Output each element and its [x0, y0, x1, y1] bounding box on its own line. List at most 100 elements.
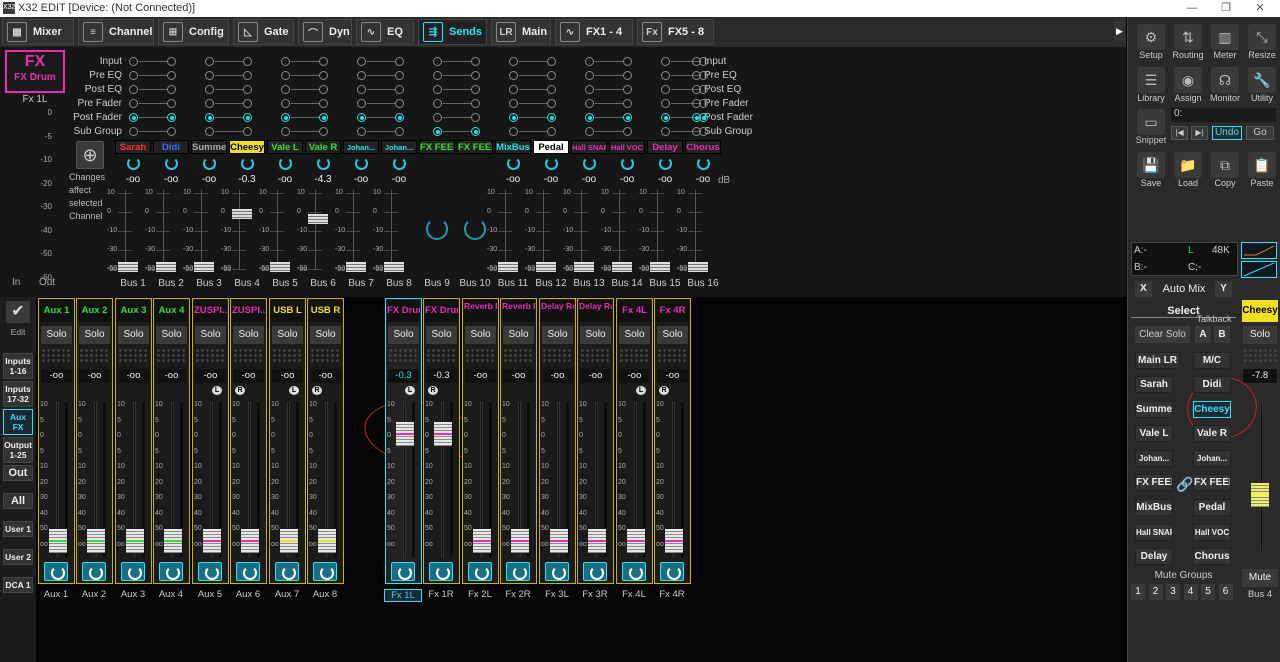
send-fader-15[interactable]: 10 0 -10 -30 -50 -oo — [639, 188, 675, 276]
send-fader-6[interactable]: 10 0 -10 -30 -50 -oo — [297, 188, 333, 276]
tap-radio-2[interactable] — [167, 85, 176, 94]
tap-radio-6[interactable] — [319, 71, 328, 80]
globe-icon[interactable]: ⊕ — [76, 141, 104, 169]
tap-radio-13[interactable] — [585, 127, 594, 136]
fader-cap[interactable] — [156, 262, 176, 272]
nav-output-1-25[interactable]: Output 1-25 — [3, 437, 33, 463]
channel-name[interactable]: Aux 2 — [78, 300, 111, 322]
send-fader-8[interactable]: 10 0 -10 -30 -50 -oo — [373, 188, 409, 276]
tap-radio-10[interactable] — [471, 85, 480, 94]
tap-radio-right[interactable] — [692, 71, 701, 80]
fader-cap[interactable] — [118, 262, 138, 272]
tap-radio-7[interactable] — [357, 113, 366, 122]
tap-radio-5[interactable] — [281, 85, 290, 94]
tap-radio-9[interactable] — [433, 71, 442, 80]
tap-radio-13[interactable] — [585, 85, 594, 94]
channel-name[interactable]: USB L — [271, 300, 304, 322]
tap-radio-14[interactable] — [623, 113, 632, 122]
first-scene-icon[interactable]: |◀ — [1171, 126, 1188, 140]
mute-group-4[interactable]: 4 — [1183, 584, 1198, 600]
tap-radio-10[interactable] — [471, 57, 480, 66]
tap-radio-15[interactable] — [661, 85, 670, 94]
tap-radio-9[interactable] — [433, 99, 442, 108]
solo-button[interactable]: Solo — [619, 326, 650, 344]
send-on-icon[interactable] — [355, 157, 368, 170]
tap-radio-12[interactable] — [547, 85, 556, 94]
send-fader-1[interactable]: 10 0 -10 -30 -50 -oo — [107, 188, 143, 276]
mute-group-1[interactable]: 1 — [1131, 584, 1145, 600]
routing-button[interactable]: ⇅ Routing — [1170, 24, 1206, 60]
solo-button[interactable]: Solo — [465, 326, 496, 344]
tap-radio-8[interactable] — [395, 113, 404, 122]
tab-sends[interactable]: ⇶ Sends — [418, 19, 487, 45]
tap-radio-11[interactable] — [509, 99, 518, 108]
send-fader-16[interactable]: 10 0 -10 -30 -50 -oo — [677, 188, 713, 276]
channel-on-icon[interactable] — [121, 562, 145, 581]
nav-dca-1[interactable]: DCA 1 — [3, 577, 33, 593]
main-mute-button[interactable]: Mute — [1242, 569, 1278, 587]
tap-radio-15[interactable] — [661, 113, 670, 122]
select-fx-feed[interactable]: FX FEED — [1135, 474, 1173, 492]
channel-on-icon[interactable] — [159, 562, 183, 581]
tap-radio-7[interactable] — [357, 71, 366, 80]
solo-button[interactable]: Solo — [79, 326, 110, 344]
solo-button[interactable]: Solo — [542, 326, 573, 344]
tap-radio-9[interactable] — [433, 85, 442, 94]
channel-footer-label[interactable]: Aux 5 — [191, 589, 229, 600]
send-fader-13[interactable]: 10 0 -10 -30 -50 -oo — [563, 188, 599, 276]
tap-radio-right[interactable] — [692, 99, 701, 108]
send-on-icon[interactable] — [545, 157, 558, 170]
main-fader-cap[interactable] — [1251, 483, 1269, 507]
channel-on-icon[interactable] — [198, 562, 222, 581]
tap-radio-10[interactable] — [471, 99, 480, 108]
tap-radio-14[interactable] — [623, 85, 632, 94]
tap-radio-4[interactable] — [243, 127, 252, 136]
solo-button[interactable]: Solo — [195, 326, 226, 344]
channel-on-icon[interactable] — [82, 562, 106, 581]
tap-radio-7[interactable] — [357, 85, 366, 94]
tap-radio-10[interactable] — [471, 71, 480, 80]
channel-footer-label[interactable]: Fx 3L — [538, 589, 576, 600]
nav-user-1[interactable]: User 1 — [3, 521, 33, 537]
tab-config[interactable]: ⊞ Config — [158, 19, 229, 45]
channel-on-icon[interactable] — [429, 562, 453, 581]
send-on-icon[interactable] — [621, 157, 634, 170]
channel-name[interactable]: Aux 4 — [155, 300, 188, 322]
automix-x-button[interactable]: X — [1135, 281, 1152, 297]
select-vale-l[interactable]: Vale L — [1135, 425, 1173, 443]
channel-footer-label[interactable]: Aux 2 — [75, 589, 113, 600]
tap-radio-4[interactable] — [243, 85, 252, 94]
tap-radio-6[interactable] — [319, 85, 328, 94]
fader-cap[interactable] — [688, 262, 708, 272]
resize-button[interactable]: ⤡ Resize — [1244, 24, 1280, 60]
channel-footer-label[interactable]: Aux 8 — [306, 589, 344, 600]
channel-footer-label[interactable]: Aux 6 — [229, 589, 267, 600]
tap-radio-9[interactable] — [433, 57, 442, 66]
tap-radio-6[interactable] — [319, 57, 328, 66]
channel-name[interactable]: Aux 1 — [40, 300, 73, 322]
mute-group-3[interactable]: 3 — [1166, 584, 1180, 600]
tap-radio-14[interactable] — [623, 71, 632, 80]
snippet-button[interactable]: ▭ Snippet — [1133, 109, 1169, 145]
channel-on-icon[interactable] — [468, 562, 492, 581]
tap-radio-8[interactable] — [395, 85, 404, 94]
send-on-icon[interactable] — [507, 157, 520, 170]
tap-radio-2[interactable] — [167, 99, 176, 108]
send-fader-2[interactable]: 10 0 -10 -30 -50 -oo — [145, 188, 181, 276]
tab-channel[interactable]: ≡ Channel — [78, 19, 154, 45]
channel-on-icon[interactable] — [44, 562, 68, 581]
channel-name[interactable]: ZUSPI... — [232, 300, 265, 322]
tap-radio-11[interactable] — [509, 113, 518, 122]
tap-radio-right[interactable] — [692, 57, 701, 66]
library-button[interactable]: ☰ Library — [1133, 67, 1169, 103]
tab-main[interactable]: LR Main — [491, 19, 551, 45]
fader-cap[interactable] — [232, 208, 252, 219]
tap-radio-13[interactable] — [585, 71, 594, 80]
tap-radio-14[interactable] — [623, 99, 632, 108]
tap-radio-13[interactable] — [585, 113, 594, 122]
setup-button[interactable]: ⚙ Setup — [1133, 24, 1169, 60]
assign-button[interactable]: ◉ Assign — [1170, 67, 1206, 103]
send-on-icon[interactable] — [393, 157, 406, 170]
send-fader-7[interactable]: 10 0 -10 -30 -50 -oo — [335, 188, 371, 276]
tap-radio-14[interactable] — [623, 127, 632, 136]
